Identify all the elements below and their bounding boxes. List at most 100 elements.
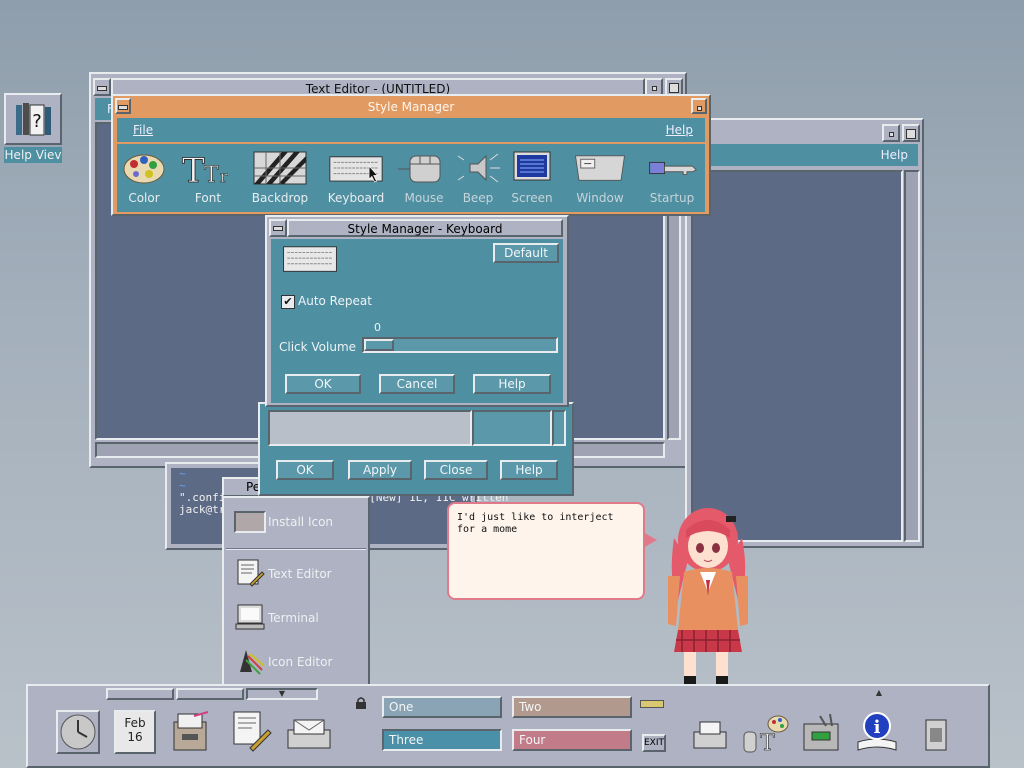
- info-icon: i: [857, 712, 897, 751]
- subpanel-menu-item[interactable]: Icon Editor: [230, 646, 366, 678]
- ok-button[interactable]: OK: [276, 460, 334, 480]
- color-tool-label: Color: [128, 191, 160, 205]
- menu-help[interactable]: Help: [666, 123, 693, 137]
- lower-dialog[interactable]: OK Apply Close Help: [258, 402, 574, 496]
- workspace-button-one[interactable]: One: [382, 696, 502, 718]
- trash-button[interactable]: [920, 714, 952, 754]
- help-button[interactable]: Help: [473, 374, 551, 394]
- lower-dialog-list-right[interactable]: [472, 410, 552, 446]
- window-icon: [574, 155, 626, 181]
- window-menu-button[interactable]: [269, 219, 287, 237]
- printer-icon: [693, 721, 727, 749]
- font-tool[interactable]: T T r Font: [176, 150, 240, 210]
- window-tool-label: Window: [576, 191, 624, 205]
- screen-tool[interactable]: Screen: [500, 150, 564, 210]
- calendar-day: 16: [127, 730, 143, 744]
- subpanel-menu-item[interactable]: Text Editor: [230, 558, 366, 590]
- svg-text:T: T: [760, 731, 775, 756]
- key-icon: [649, 161, 698, 175]
- background-window-menubar: Help: [691, 144, 918, 166]
- mail-tray-icon: [287, 719, 331, 749]
- background-window[interactable]: Help: [685, 118, 924, 548]
- screen-tool-label: Screen: [511, 191, 553, 205]
- install-icon: [234, 511, 266, 533]
- monitor-icon: [513, 151, 551, 181]
- lower-dialog-scrollbar[interactable]: [552, 410, 566, 446]
- svg-text:i: i: [874, 717, 881, 738]
- click-volume-label: Click Volume: [279, 340, 357, 354]
- backdrop-tool-label: Backdrop: [251, 191, 309, 205]
- file-cabinet-icon: [173, 711, 209, 751]
- style-manager-titlebar[interactable]: Style Manager: [133, 98, 689, 116]
- default-button[interactable]: Default: [493, 243, 559, 263]
- lower-dialog-list-left[interactable]: [268, 410, 472, 446]
- help-manager-button[interactable]: i: [854, 708, 900, 754]
- click-volume-slider-thumb[interactable]: [364, 339, 394, 351]
- workspace-button-three[interactable]: Three: [382, 729, 502, 751]
- keyboard-icon: [283, 246, 337, 272]
- help-viewer-desktop-icon[interactable]: ? Help Viev: [4, 93, 62, 167]
- minimize-button[interactable]: [882, 124, 900, 142]
- text-editor-button[interactable]: [228, 708, 274, 754]
- file-manager-button[interactable]: [168, 708, 214, 754]
- color-tool[interactable]: Color: [112, 150, 176, 210]
- subpanel-arrow-tab[interactable]: [176, 688, 244, 700]
- backdrop-tool[interactable]: Backdrop: [248, 150, 312, 210]
- trash-can-icon: [925, 719, 947, 751]
- palette-icon: [123, 154, 165, 184]
- background-window-text-area[interactable]: [691, 170, 903, 542]
- ok-button[interactable]: OK: [285, 374, 361, 394]
- help-viewer-label: Help Viev: [4, 147, 62, 163]
- text-editor-icon: [233, 711, 272, 752]
- help-button[interactable]: Help: [500, 460, 558, 480]
- font-tool-label: Font: [194, 191, 222, 205]
- subpanel-menu-item[interactable]: Install Icon: [230, 508, 366, 538]
- workspace-button-two[interactable]: Two: [512, 696, 632, 718]
- backdrop-icon: [253, 151, 307, 185]
- terminal-icon: [235, 604, 265, 630]
- menu-help[interactable]: Help: [881, 144, 908, 166]
- application-manager-button[interactable]: [800, 712, 842, 754]
- menu-file[interactable]: File: [133, 123, 153, 137]
- keyboard-dialog-titlebar[interactable]: Style Manager - Keyboard: [287, 219, 563, 237]
- text-editor-icon: [237, 559, 265, 587]
- keyboard-dialog[interactable]: Style Manager - Keyboard Default ✔ Auto …: [265, 215, 569, 407]
- close-button[interactable]: [691, 98, 707, 114]
- vertical-scrollbar[interactable]: [904, 170, 920, 542]
- speech-bubble: I'd just like to interject for a mome: [447, 502, 645, 600]
- subpanel-menu-item[interactable]: Terminal: [230, 602, 366, 634]
- exit-button[interactable]: EXIT: [642, 734, 666, 752]
- svg-text:r: r: [220, 167, 228, 186]
- keyboard-tool[interactable]: Keyboard: [324, 150, 388, 210]
- menu-separator: [226, 548, 366, 550]
- window-tool[interactable]: Window: [568, 150, 632, 210]
- window-menu-button[interactable]: [93, 78, 111, 96]
- terminal-config-text: ".confi: [179, 491, 226, 504]
- mailer-button[interactable]: [284, 712, 334, 752]
- subpanel-arrow-tab-active[interactable]: ▼: [246, 688, 318, 700]
- svg-text:?: ?: [32, 111, 42, 132]
- maximize-button[interactable]: [902, 124, 920, 142]
- subpanel-up-arrow[interactable]: ▲: [872, 688, 886, 698]
- subpanel-menu: Install Icon Text Editor Terminal Icon E…: [222, 496, 370, 690]
- keyboard-icon: [329, 156, 383, 183]
- auto-repeat-checkbox[interactable]: ✔: [281, 295, 295, 309]
- cancel-button[interactable]: Cancel: [379, 374, 455, 394]
- mouse-icon: [398, 155, 441, 183]
- workspace-button-four[interactable]: Four: [512, 729, 632, 751]
- startup-tool[interactable]: Startup: [640, 150, 704, 210]
- front-panel-subpanel-tabs: ▼: [40, 688, 340, 700]
- close-button[interactable]: Close: [424, 460, 488, 480]
- click-volume-slider[interactable]: [362, 337, 558, 353]
- window-menu-button[interactable]: [115, 98, 131, 114]
- calendar-button[interactable]: Feb 16: [114, 710, 156, 754]
- click-volume-value: 0: [374, 321, 381, 334]
- font-icon: T T r: [182, 151, 229, 192]
- printer-button[interactable]: [690, 718, 730, 754]
- style-manager-button[interactable]: T: [740, 712, 790, 756]
- speech-bubble-tail: [643, 532, 657, 548]
- apply-button[interactable]: Apply: [348, 460, 412, 480]
- lock-icon[interactable]: [354, 696, 368, 710]
- subpanel-arrow-tab[interactable]: [106, 688, 174, 700]
- clock-button[interactable]: [56, 710, 100, 754]
